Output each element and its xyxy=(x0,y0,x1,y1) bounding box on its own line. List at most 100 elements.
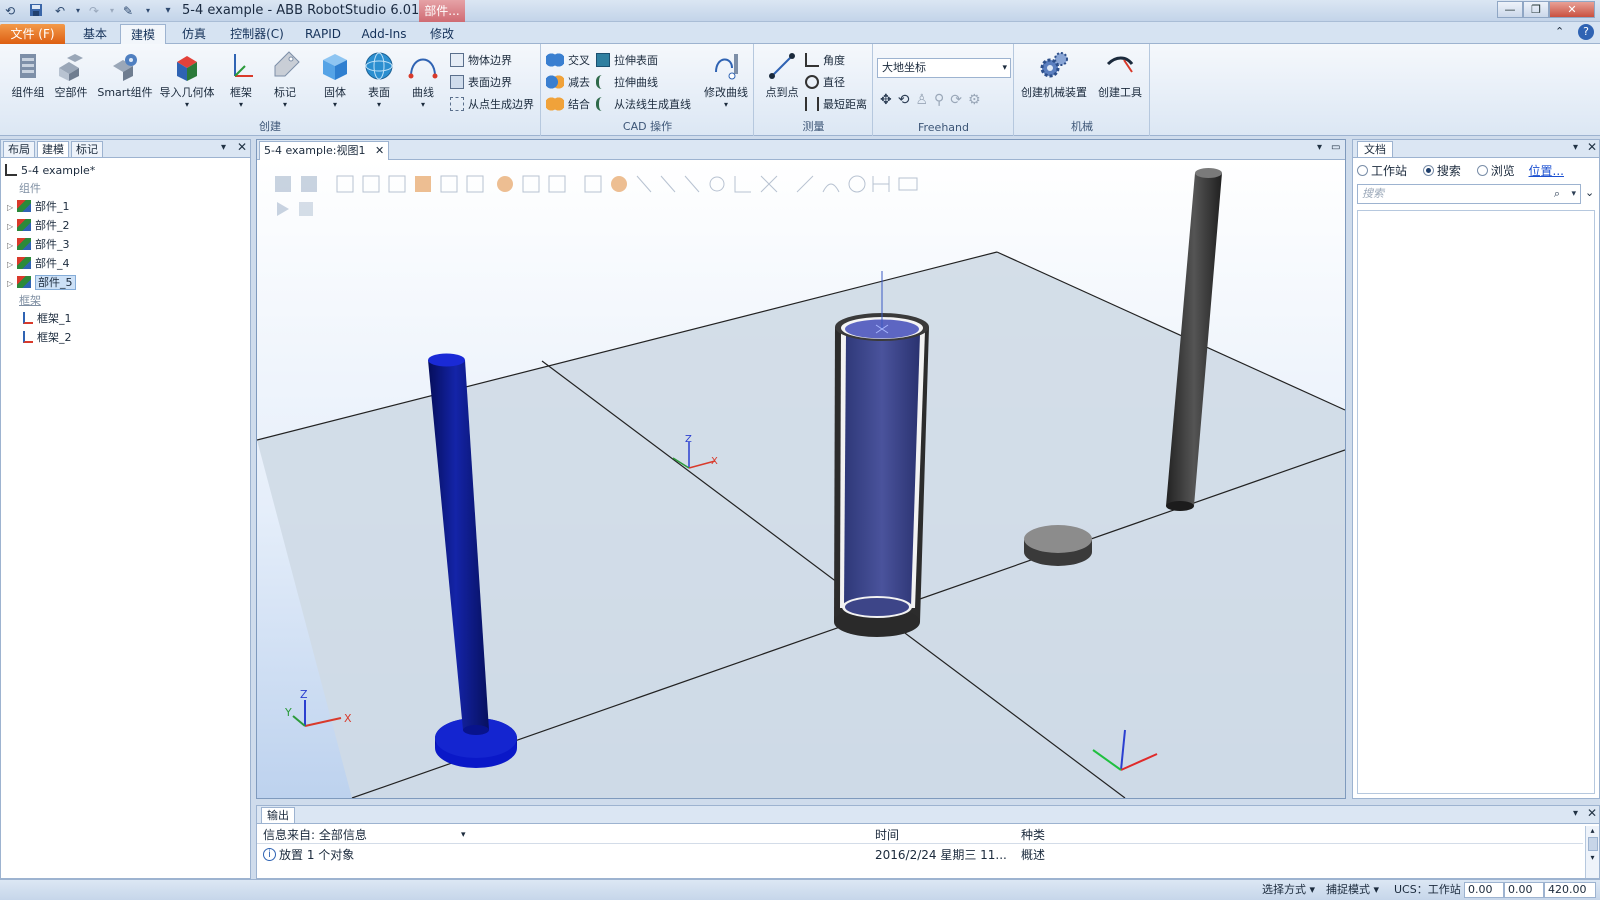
undo-icon[interactable]: ↶ xyxy=(52,3,68,19)
angle-button[interactable]: 角度 xyxy=(805,52,845,70)
tag-dropdown-icon[interactable]: ▾ xyxy=(262,100,308,109)
jog-reorient-icon[interactable]: ⟳ xyxy=(950,92,968,108)
union-button[interactable]: 结合 xyxy=(546,96,590,114)
viewport-tab[interactable]: 5-4 example:视图1 ✕ xyxy=(259,141,390,160)
search-input[interactable]: 搜索 ⌕ ▾ xyxy=(1357,184,1581,204)
panel-options-icon[interactable]: ▾ xyxy=(1573,808,1578,819)
panel-options-icon[interactable]: ▾ xyxy=(221,142,226,153)
3d-viewport[interactable]: 5-4 example:视图1 ✕ ▾ ▭ Z X X Z Y xyxy=(256,139,1346,799)
tab-controller[interactable]: 控制器(C) xyxy=(222,24,292,44)
empty-part-button[interactable]: 空部件 xyxy=(46,48,96,112)
output-message-row[interactable]: i 放置 1 个对象 2016/2/24 星期三 11... 概述 xyxy=(257,846,1583,864)
panel-close-icon[interactable]: ✕ xyxy=(1587,806,1597,820)
create-mechanism-button[interactable]: 创建机械装置 xyxy=(1019,48,1089,112)
modify-curve-button[interactable]: 修改曲线 ▾ xyxy=(700,48,752,112)
maximize-button[interactable]: ❐ xyxy=(1523,1,1549,18)
boundary-from-points-button[interactable]: 从点生成边界 xyxy=(450,96,534,114)
subtract-button[interactable]: 减去 xyxy=(546,74,590,92)
scroll-thumb[interactable] xyxy=(1587,837,1598,851)
min-distance-button[interactable]: 最短距离 xyxy=(805,96,867,114)
tool-dropdown-icon[interactable]: ▾ xyxy=(140,3,156,19)
selection-mode-dropdown[interactable]: 选择方式 ▾ xyxy=(1262,880,1315,900)
line-from-normal-button[interactable]: 从法线生成直线 xyxy=(596,96,691,114)
radio-browse[interactable]: 浏览 xyxy=(1476,164,1515,178)
curve-button[interactable]: 曲线 ▾ xyxy=(400,48,446,112)
search-icon[interactable]: ⌕ xyxy=(1554,185,1560,203)
tab-modify[interactable]: 修改 xyxy=(420,24,464,44)
part-4-grey-disk[interactable] xyxy=(1024,525,1092,566)
tab-layout[interactable]: 布局 xyxy=(3,141,35,158)
ucs-indicator[interactable]: UCS：工作站 xyxy=(1394,880,1461,900)
redo-icon[interactable]: ↷ xyxy=(86,3,102,19)
tree-item-part-1[interactable]: ▷ 部件_1 xyxy=(7,198,70,216)
tree-item-frame-1[interactable]: 框架_1 xyxy=(23,310,72,328)
panel-close-icon[interactable]: ✕ xyxy=(1587,140,1597,154)
tab-add-ins[interactable]: Add-Ins xyxy=(356,24,412,44)
view-tool-icon[interactable] xyxy=(611,176,627,192)
close-tab-icon[interactable]: ✕ xyxy=(375,144,384,157)
expand-icon[interactable]: ▷ xyxy=(7,218,17,236)
search-dropdown-icon[interactable]: ▾ xyxy=(1571,185,1576,203)
output-scrollbar[interactable]: ▴ ▾ xyxy=(1585,826,1599,878)
tree-item-frame-2[interactable]: 框架_2 xyxy=(23,329,72,347)
point-to-point-button[interactable]: 点到点 xyxy=(757,48,807,112)
expand-icon[interactable]: ▷ xyxy=(7,275,17,293)
expand-options-icon[interactable]: ⌄ xyxy=(1585,186,1594,199)
output-title[interactable]: 输出 xyxy=(261,807,295,824)
customize-quick-access-icon[interactable]: ▾ xyxy=(160,3,176,19)
expand-icon[interactable]: ▷ xyxy=(7,237,17,255)
file-tab[interactable]: 文件 (F) xyxy=(0,24,65,44)
help-icon[interactable]: ? xyxy=(1578,24,1594,40)
search-results-list[interactable] xyxy=(1357,210,1595,794)
extrude-surface-button[interactable]: 拉伸表面 xyxy=(596,52,658,70)
viewport-options-icon[interactable]: ▾ xyxy=(1317,142,1322,153)
create-tool-button[interactable]: 创建工具 xyxy=(1093,48,1147,112)
station-node[interactable]: 5-4 example* xyxy=(5,162,95,180)
save-icon[interactable] xyxy=(28,3,44,19)
scroll-down-icon[interactable]: ▾ xyxy=(1586,853,1599,862)
type-column-header[interactable]: 种类 xyxy=(1021,826,1045,844)
view-tool-icon[interactable] xyxy=(275,176,291,192)
curve-dropdown-icon[interactable]: ▾ xyxy=(400,100,446,109)
panel-options-icon[interactable]: ▾ xyxy=(1573,142,1578,153)
move-icon[interactable]: ✥ xyxy=(880,92,898,108)
view-tool-icon[interactable] xyxy=(415,176,431,192)
tab-simulation[interactable]: 仿真 xyxy=(174,24,214,44)
tree-item-part-4[interactable]: ▷ 部件_4 xyxy=(7,255,70,273)
location-link[interactable]: 位置... xyxy=(1529,164,1564,178)
viewport-maximize-icon[interactable]: ▭ xyxy=(1331,142,1340,153)
measure-tool-icon[interactable]: ✎ xyxy=(120,3,136,19)
view-tool-icon[interactable] xyxy=(299,202,313,216)
surface-dropdown-icon[interactable]: ▾ xyxy=(356,100,402,109)
message-source-filter[interactable]: 信息来自: 全部信息 xyxy=(263,826,463,844)
app-menu-icon[interactable]: ⟲ xyxy=(2,3,18,19)
frame-dropdown-icon[interactable]: ▾ xyxy=(218,100,264,109)
modify-curve-dropdown-icon[interactable]: ▾ xyxy=(700,100,752,109)
body-boundary-button[interactable]: 物体边界 xyxy=(450,52,512,70)
tree-item-part-3[interactable]: ▷ 部件_3 xyxy=(7,236,70,254)
part-5-selected-cylinder[interactable] xyxy=(834,271,929,637)
extrude-curve-button[interactable]: 拉伸曲线 xyxy=(596,74,658,92)
tab-tags[interactable]: 标记 xyxy=(71,141,103,158)
collapse-ribbon-icon[interactable]: ⌃ xyxy=(1555,25,1564,38)
tab-rapid[interactable]: RAPID xyxy=(300,24,346,44)
surface-button[interactable]: 表面 ▾ xyxy=(356,48,402,112)
tab-modeling[interactable]: 建模 xyxy=(120,24,166,45)
tree-item-part-5[interactable]: ▷ 部件_5 xyxy=(7,274,76,292)
import-geometry-dropdown-icon[interactable]: ▾ xyxy=(158,100,216,109)
radio-station[interactable]: 工作站 xyxy=(1357,164,1407,178)
expand-icon[interactable]: ▷ xyxy=(7,256,17,274)
surface-boundary-button[interactable]: 表面边界 xyxy=(450,74,512,92)
solid-dropdown-icon[interactable]: ▾ xyxy=(312,100,358,109)
tab-modeling-browser[interactable]: 建模 xyxy=(37,141,69,158)
intersect-button[interactable]: 交叉 xyxy=(546,52,590,70)
snap-mode-dropdown[interactable]: 捕捉模式 ▾ xyxy=(1326,880,1379,900)
time-column-header[interactable]: 时间 xyxy=(875,826,899,844)
reference-frame-select[interactable]: 大地坐标 ▾ xyxy=(877,58,1011,78)
scene-canvas[interactable]: Z X X Z Y xyxy=(257,160,1345,798)
rotate-icon[interactable]: ⟲ xyxy=(898,92,916,108)
minimize-button[interactable]: — xyxy=(1497,1,1523,18)
scroll-up-icon[interactable]: ▴ xyxy=(1586,826,1599,835)
view-tool-icon[interactable] xyxy=(301,176,317,192)
undo-dropdown-icon[interactable]: ▾ xyxy=(70,3,86,19)
